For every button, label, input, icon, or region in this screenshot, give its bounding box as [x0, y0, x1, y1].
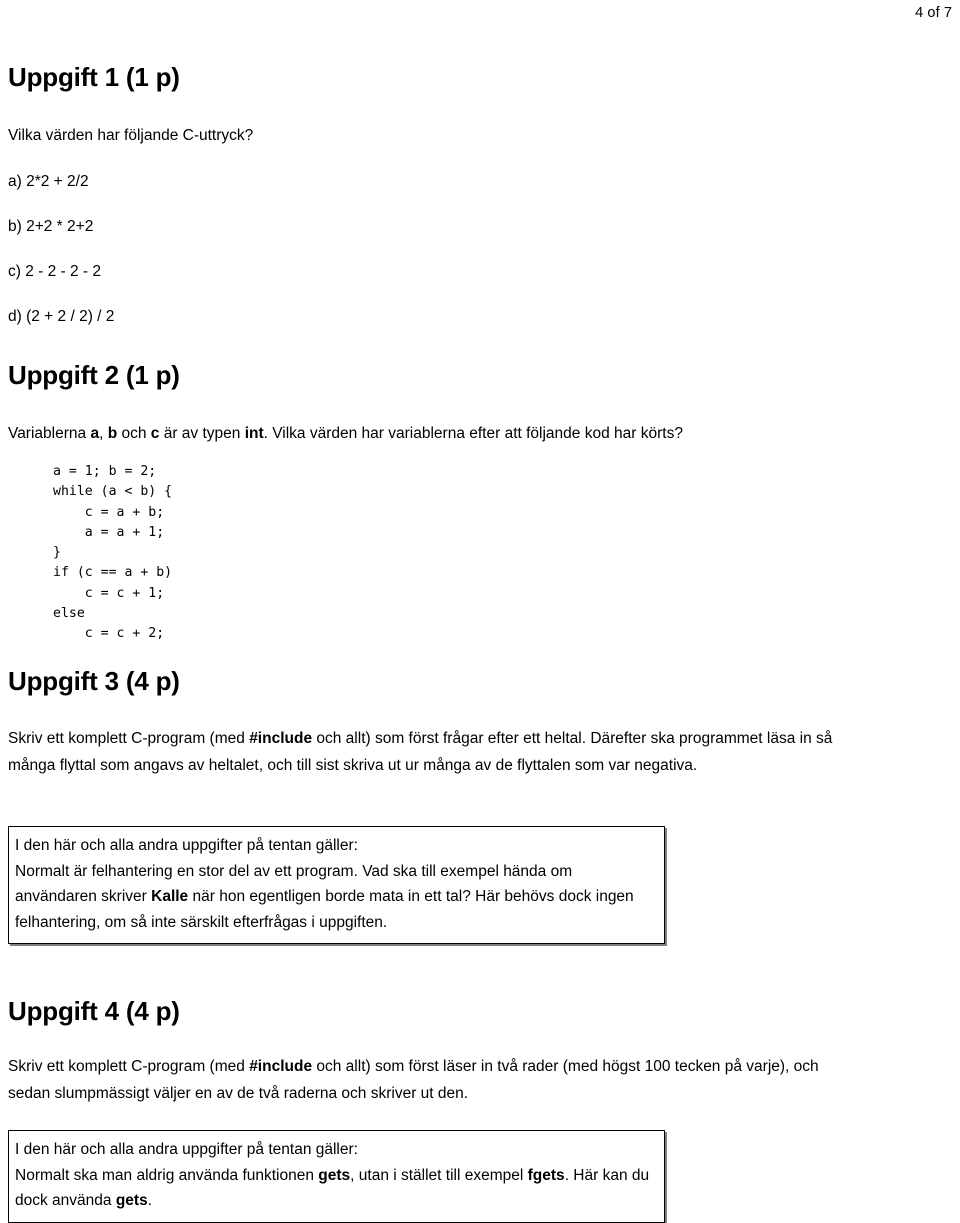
- section-heading-uppgift-4: Uppgift 4 (4 p): [8, 996, 180, 1026]
- uppgift-4-intro: Skriv ett komplett C-program (med #inclu…: [8, 1053, 846, 1107]
- uppgift-4-note-gets-2: gets: [115, 1192, 148, 1209]
- uppgift-1-expression-c: c) 2 - 2 - 2 - 2: [8, 263, 102, 280]
- uppgift-2-intro-part3: och: [117, 425, 151, 442]
- uppgift-3-include-keyword: #include: [249, 730, 313, 747]
- uppgift-3-intro: Skriv ett komplett C-program (med #inclu…: [8, 725, 848, 779]
- uppgift-4-note-gets-1: gets: [318, 1166, 351, 1184]
- uppgift-4-note-part1: Normalt ska man aldrig använda funktione…: [15, 1166, 319, 1184]
- section-heading-uppgift-3: Uppgift 3 (4 p): [8, 666, 180, 696]
- uppgift-2-intro-part1: Variablerna: [8, 425, 91, 442]
- uppgift-4-note-box: I den här och alla andra uppgifter på te…: [8, 1130, 665, 1223]
- uppgift-4-note-line-1: I den här och alla andra uppgifter på te…: [15, 1141, 358, 1158]
- uppgift-3-intro-part1: Skriv ett komplett C-program (med: [8, 730, 250, 747]
- uppgift-2-var-b: b: [107, 425, 118, 442]
- page-number: 4 of 7: [915, 5, 952, 21]
- uppgift-3-note-box: I den här och alla andra uppgifter på te…: [8, 826, 665, 944]
- uppgift-1-expression-a: a) 2*2 + 2/2: [8, 173, 89, 190]
- document-page: 4 of 7 Uppgift 1 (1 p) Vilka värden har …: [0, 0, 960, 1223]
- uppgift-2-type-int: int: [244, 425, 264, 442]
- uppgift-1-intro: Vilka värden har följande C-uttryck?: [8, 127, 254, 144]
- uppgift-2-intro: Variablerna a, b och c är av typen int. …: [8, 420, 908, 447]
- uppgift-4-note-part4: .: [147, 1192, 153, 1209]
- uppgift-1-expression-b: b) 2+2 * 2+2: [8, 218, 94, 235]
- uppgift-2-intro-part4: är av typen: [159, 425, 245, 442]
- uppgift-4-note-fgets: fgets: [527, 1166, 565, 1184]
- uppgift-2-code-block: a = 1; b = 2; while (a < b) { c = a + b;…: [53, 464, 173, 642]
- section-heading-uppgift-2: Uppgift 2 (1 p): [8, 360, 180, 390]
- uppgift-2-var-a: a: [90, 425, 100, 442]
- uppgift-2-intro-part5: . Vilka värden har variablerna efter att…: [263, 425, 683, 442]
- uppgift-1-expression-d: d) (2 + 2 / 2) / 2: [8, 308, 115, 325]
- uppgift-3-note-kalle: Kalle: [151, 888, 189, 905]
- uppgift-3-note-line-1: I den här och alla andra uppgifter på te…: [15, 837, 358, 854]
- uppgift-2-intro-part2: ,: [99, 425, 108, 442]
- uppgift-4-note-line-2: Normalt ska man aldrig använda funktione…: [15, 1163, 654, 1214]
- uppgift-3-note-line-2: Normalt är felhantering en stor del av e…: [15, 859, 654, 936]
- uppgift-4-note-part2: , utan i stället till exempel: [350, 1166, 528, 1184]
- uppgift-4-include-keyword: #include: [249, 1058, 313, 1075]
- uppgift-4-intro-part1: Skriv ett komplett C-program (med: [8, 1058, 250, 1075]
- section-heading-uppgift-1: Uppgift 1 (1 p): [8, 62, 180, 92]
